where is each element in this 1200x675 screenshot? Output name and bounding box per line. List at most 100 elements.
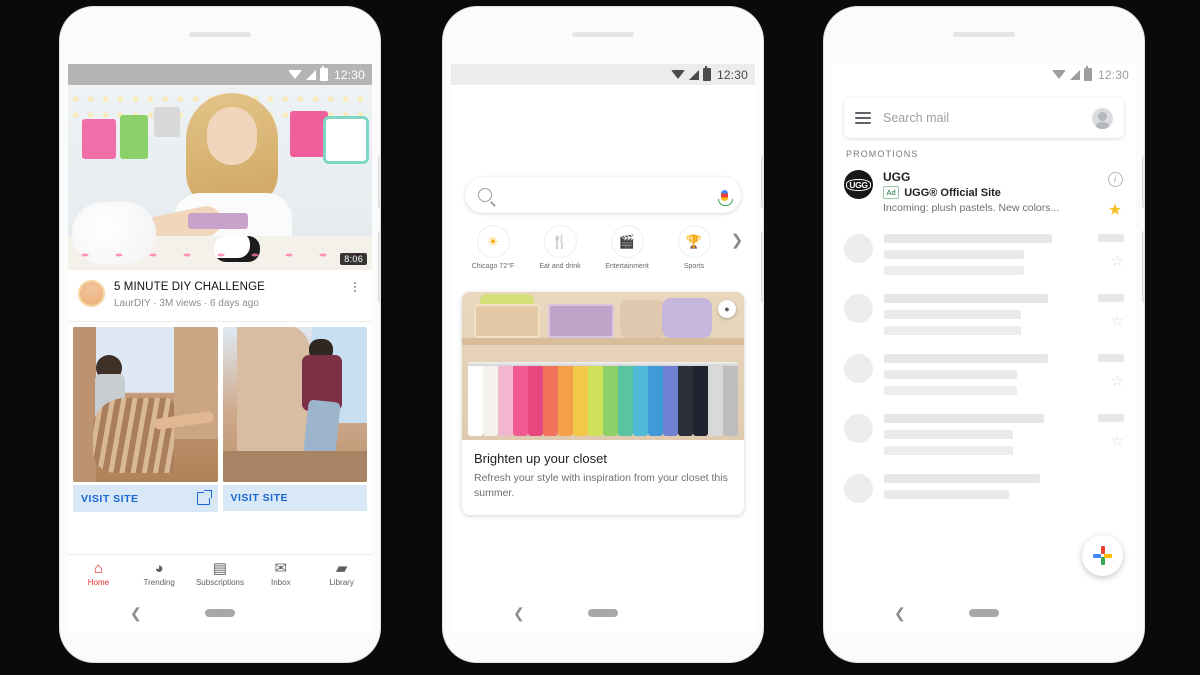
ad-title: UGG® Official Site: [904, 186, 1001, 199]
signal-icon: [305, 69, 316, 80]
text-placeholder-bar: [884, 370, 1017, 379]
text-placeholder-bar: [884, 250, 1025, 259]
search-input[interactable]: Search mail: [883, 111, 1080, 125]
discover-chip-row: ☀ Chicago 72°F 🍴 Eat and drink 🎬 Enterta…: [451, 213, 755, 270]
power-button[interactable]: [379, 157, 380, 207]
mail-search-bar[interactable]: Search mail: [844, 98, 1124, 138]
nav-item-home[interactable]: ⌂ Home: [68, 560, 129, 587]
volume-button[interactable]: [379, 232, 380, 302]
microphone-icon[interactable]: [718, 189, 733, 206]
sponsored-icon[interactable]: ●: [718, 300, 736, 318]
logo-text: UGG: [846, 178, 871, 191]
home-pill-indicator[interactable]: [588, 609, 618, 617]
basket: [548, 304, 614, 338]
account-avatar-icon[interactable]: [1092, 107, 1113, 129]
timestamp-placeholder: [1098, 234, 1124, 242]
back-chevron-icon[interactable]: ❮: [894, 605, 906, 622]
text-placeholder-bar: [884, 474, 1040, 483]
pillow: [620, 300, 666, 338]
ad-card[interactable]: VISIT SITE: [222, 327, 367, 512]
info-icon[interactable]: i: [1107, 172, 1123, 187]
ad-mail-row[interactable]: UGG UGG Ad UGG® Official Site Incoming: …: [832, 163, 1136, 224]
hamburger-menu-icon[interactable]: [855, 109, 871, 127]
nav-item-subscriptions[interactable]: ▤ Subscriptions: [190, 560, 251, 587]
mail-row-placeholder[interactable]: ☆: [832, 344, 1136, 404]
text-placeholder-bar: [884, 234, 1052, 243]
chip-eat-and-drink[interactable]: 🍴 Eat and drink: [527, 226, 593, 271]
mail-row-placeholder[interactable]: ☆: [832, 284, 1136, 344]
chevron-right-icon[interactable]: ❯: [728, 231, 746, 265]
ad-cta-button[interactable]: VISIT SITE: [73, 485, 218, 512]
flame-icon: ◕: [154, 560, 164, 577]
video-meta-row[interactable]: 5 MINUTE DIY CHALLENGE LaurDIY · 3M view…: [68, 270, 372, 321]
text-placeholder-bar: [884, 414, 1044, 423]
volume-button[interactable]: [762, 232, 763, 302]
movie-clapper-icon: 🎬: [612, 226, 643, 257]
chip-entertainment[interactable]: 🎬 Entertainment: [594, 226, 660, 271]
chip-sports[interactable]: 🏆 Sports: [661, 226, 727, 271]
card-image-closet[interactable]: ●: [462, 292, 744, 440]
restaurant-icon: 🍴: [545, 226, 576, 257]
video-subtitle: LaurDIY · 3M views · 6 days ago: [114, 298, 259, 309]
home-pill-indicator[interactable]: [205, 609, 235, 617]
status-bar: 12:30: [832, 64, 1136, 85]
text-placeholder-bar: [884, 294, 1048, 303]
discover-card[interactable]: ● Brighten up your closet Refresh your s…: [462, 292, 744, 515]
signal-icon: [688, 69, 699, 80]
mail-sender: UGG: [883, 170, 911, 184]
home-icon: ⌂: [93, 560, 103, 577]
more-options-icon[interactable]: [348, 280, 362, 294]
avatar-placeholder: [844, 294, 873, 323]
mail-row-placeholder[interactable]: ☆: [832, 224, 1136, 284]
chip-label: Sports: [683, 263, 705, 270]
chip-weather[interactable]: ☀ Chicago 72°F: [460, 226, 526, 271]
nav-item-library[interactable]: ▰ Library: [311, 560, 372, 587]
star-outline-icon[interactable]: ☆: [1111, 434, 1124, 449]
text-placeholder-bar: [884, 386, 1017, 395]
wifi-icon: [670, 70, 685, 79]
status-clock: 12:30: [716, 67, 748, 82]
craft-item: [188, 213, 248, 229]
google-search-bar[interactable]: [465, 177, 741, 213]
screenshot-root: 12:30 8:06 5 MINUTE DIY CHALLENGE LaurDI…: [0, 0, 1200, 675]
back-chevron-icon[interactable]: ❮: [513, 605, 525, 622]
star-outline-icon[interactable]: ☆: [1111, 374, 1124, 389]
youtube-bottom-nav: ⌂ Home ◕ Trending ▤ Subscriptions ✉ Inbo…: [68, 554, 372, 594]
pink-confetti: [68, 248, 372, 264]
ad-cta-label: VISIT SITE: [81, 492, 139, 505]
nav-item-inbox[interactable]: ✉ Inbox: [250, 560, 311, 587]
star-outline-icon[interactable]: ☆: [1111, 314, 1124, 329]
ad-carousel: VISIT SITE VISIT SITE: [68, 322, 372, 512]
mail-row-placeholder[interactable]: [832, 464, 1136, 515]
video-thumbnail[interactable]: 8:06: [68, 85, 372, 270]
channel-avatar[interactable]: [78, 280, 105, 307]
ad-image[interactable]: [222, 327, 367, 482]
status-bar: 12:30: [68, 64, 372, 85]
trophy-icon: 🏆: [679, 226, 710, 257]
ad-image[interactable]: [73, 327, 218, 482]
nav-item-trending[interactable]: ◕ Trending: [129, 560, 190, 587]
status-clock: 12:30: [333, 67, 365, 82]
ad-cta-button[interactable]: VISIT SITE: [222, 485, 367, 511]
compose-fab-button[interactable]: [1082, 535, 1123, 576]
android-navigation-bar: ❮: [451, 594, 755, 632]
battery-icon: [1083, 66, 1092, 81]
wall-art: [154, 107, 180, 137]
power-button[interactable]: [762, 157, 763, 207]
timestamp-placeholder: [1098, 354, 1124, 362]
mail-row-placeholder[interactable]: ☆: [832, 404, 1136, 464]
wall-art: [326, 119, 366, 161]
nav-label: Inbox: [271, 578, 291, 587]
nav-label: Home: [87, 578, 110, 587]
wall-art: [120, 115, 148, 159]
star-outline-icon[interactable]: ☆: [1111, 254, 1124, 269]
wall-art: [82, 119, 116, 159]
gmail-body: Search mail PROMOTIONS UGG UGG Ad UGG® O…: [832, 98, 1136, 594]
volume-button[interactable]: [1143, 232, 1144, 302]
star-filled-icon[interactable]: ★: [1108, 203, 1122, 219]
phone-device-discover: 12:30 ☀ Chicago 72°F 🍴 Eat and drink 🎬 E…: [443, 7, 763, 662]
back-chevron-icon[interactable]: ❮: [130, 605, 142, 622]
power-button[interactable]: [1143, 157, 1144, 207]
home-pill-indicator[interactable]: [969, 609, 999, 617]
ad-card[interactable]: VISIT SITE: [73, 327, 218, 512]
